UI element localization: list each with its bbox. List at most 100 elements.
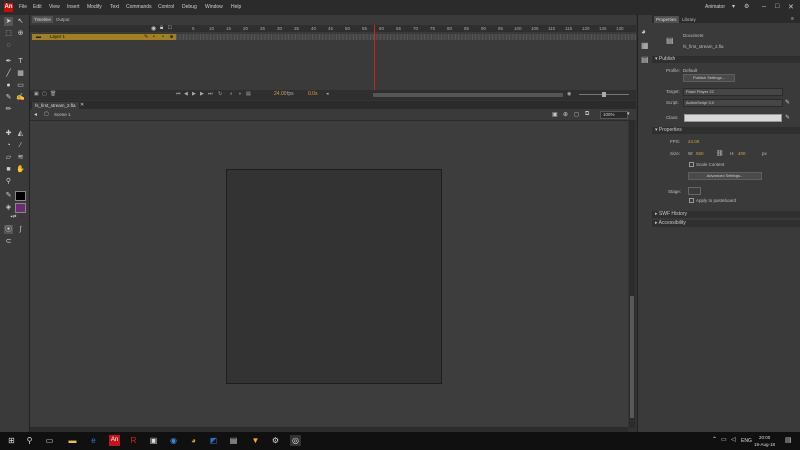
animate-app-icon[interactable]: An — [109, 435, 120, 446]
swf-history-section-header[interactable]: ▸ SWF History — [652, 211, 800, 218]
blue-app-icon[interactable]: ◩ — [208, 435, 219, 446]
elapsed-time[interactable]: 0.0s — [308, 91, 317, 97]
selection-tool-icon[interactable]: ➤ — [4, 17, 13, 26]
zoom-select[interactable]: 100% — [600, 111, 628, 119]
sync-icon[interactable]: ⚙ — [744, 3, 749, 10]
outline-icon[interactable]: □ — [168, 25, 172, 31]
tray-arrow-icon[interactable]: ⌃ — [712, 436, 717, 443]
chevron-down-icon[interactable]: ▾ — [627, 111, 630, 117]
store-icon[interactable]: ▣ — [148, 435, 159, 446]
zoom-tool-icon[interactable]: ⚲ — [4, 177, 13, 186]
layer-name[interactable]: Layer 1 — [50, 34, 65, 40]
edit-scene-icon[interactable]: ⧉ — [585, 111, 589, 118]
subselection-tool-icon[interactable]: ↖ — [16, 17, 25, 26]
stroke-color-icon[interactable]: ✎ — [4, 191, 13, 200]
new-folder-icon[interactable]: ▢ — [42, 91, 47, 97]
visibility-dot-icon[interactable]: • — [153, 34, 155, 40]
tab-output[interactable]: Output — [54, 16, 72, 23]
maximize-button[interactable]: □ — [775, 3, 779, 10]
center-icon[interactable]: ◉ — [567, 91, 571, 97]
color-panel-icon[interactable]: ◕ — [641, 27, 646, 36]
vertical-scrollbar[interactable] — [629, 121, 635, 428]
align-panel-icon[interactable]: ▤ — [641, 55, 649, 64]
panel-menu-icon[interactable]: ≡ — [791, 16, 794, 22]
chrome-icon[interactable]: ◕ — [188, 435, 199, 446]
paint-brush-icon[interactable]: ✏ — [4, 105, 13, 114]
scene-name[interactable]: Scene 1 — [54, 112, 71, 117]
minimize-button[interactable]: – — [762, 3, 766, 10]
red-app-icon[interactable]: R — [128, 435, 139, 446]
accessibility-section-header[interactable]: ▸ Accessibility — [652, 220, 800, 227]
eyedropper-icon[interactable]: ⁄ — [16, 141, 25, 150]
edge-browser-icon[interactable]: e — [88, 435, 99, 446]
clip-icon[interactable]: ◻ — [574, 111, 579, 118]
library-panel-icon[interactable]: ▦ — [641, 41, 649, 50]
close-tab-icon[interactable]: ✕ — [80, 102, 84, 108]
camera-tool-icon[interactable]: ■ — [4, 165, 13, 174]
chevron-down-icon[interactable]: ▾ — [732, 3, 735, 10]
bone-tool-icon[interactable]: ✚ — [4, 129, 13, 138]
frame-track[interactable] — [176, 34, 636, 40]
workspace-switcher[interactable]: Animator — [705, 4, 725, 10]
windows-start-icon[interactable]: ⊞ — [6, 435, 17, 446]
menu-debug[interactable]: Debug — [182, 4, 197, 10]
loop-icon[interactable]: ↻ — [218, 91, 222, 97]
paint-bucket-icon[interactable]: ◭ — [16, 129, 25, 138]
stage-pasteboard[interactable] — [30, 121, 628, 428]
height-value[interactable]: 400 — [738, 151, 746, 156]
layer-row[interactable]: ▬ Layer 1 ✎ • • ■ — [32, 34, 176, 40]
eraser-tool-icon[interactable]: ▱ — [4, 153, 13, 162]
task-view-icon[interactable]: ▭ — [44, 435, 55, 446]
edit-multiple-icon[interactable]: ▤ — [246, 91, 251, 97]
search-icon[interactable]: ⚲ — [24, 435, 35, 446]
tab-timeline[interactable]: Timeline — [32, 16, 53, 23]
close-button[interactable]: ✕ — [788, 3, 794, 11]
lasso-icon[interactable]: ◌ — [4, 41, 13, 50]
smooth-icon[interactable]: ∫ — [16, 225, 25, 234]
rectangle-tool-icon[interactable]: ▦ — [16, 69, 25, 78]
fill-color-icon[interactable]: ◈ — [4, 203, 13, 212]
outline-box-icon[interactable]: ■ — [170, 34, 173, 40]
pencil-tool-icon[interactable]: ✎ — [4, 93, 13, 102]
straighten-icon[interactable]: ⊂ — [4, 237, 13, 246]
notifications-icon[interactable]: ▤ — [785, 436, 792, 444]
fps-value[interactable]: 24.00 — [688, 139, 699, 144]
menu-control[interactable]: Control — [158, 4, 174, 10]
stage-canvas[interactable] — [226, 169, 442, 384]
swap-colors-icon[interactable]: ▪⇄ — [9, 213, 18, 222]
network-icon[interactable]: ▭ — [721, 436, 727, 443]
timeline-scrollbar[interactable] — [373, 93, 563, 97]
clock-date[interactable]: 19-Aug-18 — [754, 442, 775, 447]
class-input[interactable] — [684, 114, 782, 122]
app-circle-icon[interactable]: ◉ — [168, 435, 179, 446]
ink-bottle-icon[interactable]: ◔ — [4, 141, 13, 150]
pasteboard-checkbox[interactable] — [689, 198, 694, 203]
snap-to-objects-icon[interactable]: ⦿ — [4, 225, 13, 234]
lock-icon[interactable]: 🔒︎ — [160, 25, 163, 32]
zoom-slider-thumb[interactable] — [602, 92, 606, 97]
vlc-icon[interactable]: ▼ — [250, 435, 261, 446]
publish-section-header[interactable]: ▾ Publish — [652, 56, 800, 63]
publish-settings-button[interactable]: Publish Settings... — [683, 74, 735, 82]
menu-file[interactable]: File — [19, 4, 27, 10]
pen-tool-icon[interactable]: ✒ — [4, 57, 13, 66]
menu-edit[interactable]: Edit — [33, 4, 42, 10]
stroke-color-swatch[interactable] — [15, 191, 26, 201]
back-arrow-icon[interactable]: ◂ — [34, 111, 37, 118]
next-frame-icon[interactable]: ▶ — [200, 91, 204, 97]
script-select[interactable]: ActionScript 3.0 — [683, 99, 783, 107]
polystar-tool-icon[interactable]: ▭ — [16, 81, 25, 90]
settings-gear-icon[interactable]: ⚙ — [270, 435, 281, 446]
advanced-settings-button[interactable]: Advanced Settings... — [688, 172, 762, 180]
tab-library[interactable]: Library — [680, 16, 698, 23]
3d-rotation-icon[interactable]: ⊕ — [16, 29, 25, 38]
last-frame-icon[interactable]: ⏭ — [208, 91, 213, 97]
tab-properties[interactable]: Properties — [654, 16, 679, 23]
menu-help[interactable]: Help — [231, 4, 241, 10]
current-fps[interactable]: 24.00 — [274, 91, 287, 97]
menu-insert[interactable]: Insert — [67, 4, 80, 10]
width-value[interactable]: 550 — [696, 151, 704, 156]
onion-outline-icon[interactable]: ◑ — [238, 91, 241, 97]
stage-center-icon[interactable]: ⊕ — [563, 111, 568, 118]
text-tool-icon[interactable]: T — [16, 57, 25, 66]
